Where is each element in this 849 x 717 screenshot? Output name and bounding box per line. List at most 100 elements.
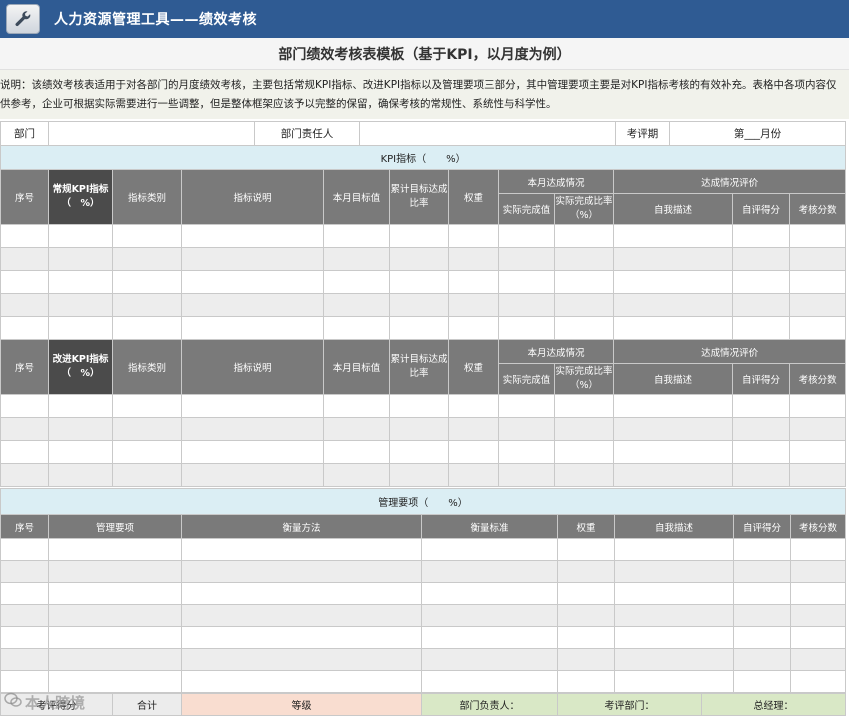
- table-cell[interactable]: [613, 293, 733, 317]
- table-cell[interactable]: [181, 270, 324, 294]
- table-cell[interactable]: [554, 394, 614, 418]
- table-cell[interactable]: [498, 270, 555, 294]
- table-cell[interactable]: [181, 463, 324, 487]
- table-cell[interactable]: [732, 417, 790, 441]
- table-cell[interactable]: [732, 463, 790, 487]
- table-cell[interactable]: [732, 224, 790, 248]
- table-cell[interactable]: [48, 270, 113, 294]
- table-cell[interactable]: [181, 604, 422, 627]
- table-cell[interactable]: [112, 316, 182, 340]
- table-cell[interactable]: [421, 560, 558, 583]
- table-cell[interactable]: [48, 293, 113, 317]
- table-cell[interactable]: [789, 648, 847, 671]
- table-cell[interactable]: [0, 394, 49, 418]
- table-cell[interactable]: [448, 417, 499, 441]
- table-cell[interactable]: [732, 247, 790, 271]
- table-cell[interactable]: [421, 538, 558, 561]
- table-cell[interactable]: [0, 440, 49, 464]
- table-cell[interactable]: [181, 417, 324, 441]
- table-cell[interactable]: [788, 293, 847, 317]
- table-cell[interactable]: [421, 626, 558, 649]
- table-cell[interactable]: [613, 316, 733, 340]
- table-cell[interactable]: [498, 316, 555, 340]
- table-cell[interactable]: [498, 224, 555, 248]
- table-cell[interactable]: [789, 538, 847, 561]
- table-cell[interactable]: [554, 224, 614, 248]
- table-cell[interactable]: [448, 270, 499, 294]
- table-cell[interactable]: [48, 463, 113, 487]
- table-cell[interactable]: [557, 626, 615, 649]
- table-cell[interactable]: [323, 394, 390, 418]
- table-cell[interactable]: [498, 293, 555, 317]
- table-cell[interactable]: [181, 648, 422, 671]
- table-cell[interactable]: [48, 247, 113, 271]
- table-cell[interactable]: [732, 440, 790, 464]
- table-cell[interactable]: [788, 270, 847, 294]
- table-cell[interactable]: [389, 440, 449, 464]
- table-cell[interactable]: [554, 440, 614, 464]
- table-cell[interactable]: [557, 604, 615, 627]
- table-cell[interactable]: [498, 463, 555, 487]
- table-cell[interactable]: [0, 463, 49, 487]
- manager-input[interactable]: [359, 121, 616, 146]
- table-cell[interactable]: [448, 463, 499, 487]
- table-cell[interactable]: [613, 440, 733, 464]
- table-cell[interactable]: [789, 626, 847, 649]
- table-cell[interactable]: [557, 582, 615, 605]
- table-cell[interactable]: [0, 560, 49, 583]
- table-cell[interactable]: [498, 247, 555, 271]
- table-cell[interactable]: [732, 270, 790, 294]
- table-cell[interactable]: [48, 560, 182, 583]
- table-cell[interactable]: [323, 293, 390, 317]
- table-cell[interactable]: [788, 224, 847, 248]
- table-cell[interactable]: [733, 538, 791, 561]
- table-cell[interactable]: [613, 224, 733, 248]
- table-cell[interactable]: [554, 463, 614, 487]
- table-cell[interactable]: [0, 270, 49, 294]
- table-cell[interactable]: [614, 604, 734, 627]
- table-cell[interactable]: [323, 270, 390, 294]
- table-cell[interactable]: [389, 270, 449, 294]
- table-cell[interactable]: [48, 440, 113, 464]
- table-cell[interactable]: [554, 293, 614, 317]
- table-cell[interactable]: [448, 293, 499, 317]
- table-cell[interactable]: [554, 417, 614, 441]
- table-cell[interactable]: [448, 316, 499, 340]
- table-cell[interactable]: [614, 626, 734, 649]
- table-cell[interactable]: [0, 224, 49, 248]
- table-cell[interactable]: [0, 417, 49, 441]
- table-cell[interactable]: [498, 417, 555, 441]
- table-cell[interactable]: [557, 560, 615, 583]
- table-cell[interactable]: [498, 440, 555, 464]
- table-cell[interactable]: [789, 604, 847, 627]
- table-cell[interactable]: [389, 293, 449, 317]
- table-cell[interactable]: [421, 582, 558, 605]
- table-cell[interactable]: [0, 582, 49, 605]
- table-cell[interactable]: [789, 670, 847, 693]
- table-cell[interactable]: [448, 440, 499, 464]
- table-cell[interactable]: [421, 648, 558, 671]
- table-cell[interactable]: [181, 394, 324, 418]
- table-cell[interactable]: [614, 538, 734, 561]
- table-cell[interactable]: [181, 560, 422, 583]
- table-cell[interactable]: [389, 463, 449, 487]
- table-cell[interactable]: [498, 394, 555, 418]
- table-cell[interactable]: [613, 394, 733, 418]
- table-cell[interactable]: [421, 670, 558, 693]
- table-cell[interactable]: [733, 560, 791, 583]
- table-cell[interactable]: [389, 394, 449, 418]
- table-cell[interactable]: [448, 247, 499, 271]
- table-cell[interactable]: [181, 440, 324, 464]
- table-cell[interactable]: [554, 270, 614, 294]
- table-cell[interactable]: [788, 316, 847, 340]
- table-cell[interactable]: [112, 440, 182, 464]
- table-cell[interactable]: [733, 626, 791, 649]
- table-cell[interactable]: [112, 247, 182, 271]
- table-cell[interactable]: [112, 293, 182, 317]
- table-cell[interactable]: [181, 626, 422, 649]
- dept-input[interactable]: [48, 121, 255, 146]
- table-cell[interactable]: [448, 224, 499, 248]
- table-cell[interactable]: [733, 582, 791, 605]
- table-cell[interactable]: [323, 224, 390, 248]
- table-cell[interactable]: [789, 582, 847, 605]
